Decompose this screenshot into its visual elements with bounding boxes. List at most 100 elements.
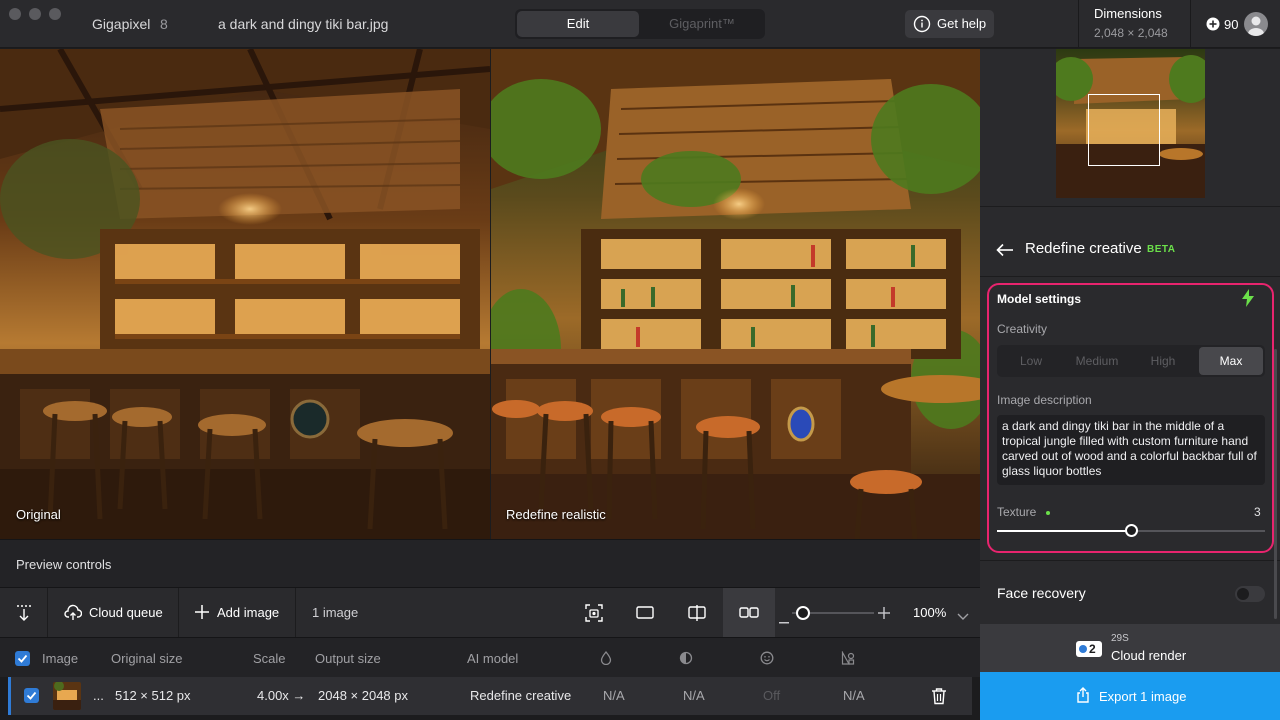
image-count: 1 image — [312, 605, 359, 620]
avatar[interactable] — [1244, 12, 1268, 36]
add-image-button[interactable]: Add image — [217, 605, 279, 620]
screenshot-view-button[interactable] — [568, 588, 620, 638]
shapes-icon — [841, 650, 855, 668]
get-help-label: Get help — [937, 16, 987, 31]
table-header: Image Original size Scale Output size AI… — [0, 637, 980, 677]
tab-gigaprint[interactable]: Gigaprint™ — [641, 11, 763, 37]
creativity-low[interactable]: Low — [999, 347, 1063, 375]
row-output-size: 2048 × 2048 px — [318, 688, 408, 703]
back-arrow-icon[interactable] — [996, 243, 1014, 260]
redefined-label: Redefine realistic — [506, 507, 606, 522]
divider — [980, 560, 1280, 561]
texture-slider-handle[interactable] — [1125, 524, 1138, 537]
divider — [980, 276, 1280, 277]
column-header-ai-model: AI model — [467, 651, 519, 666]
face-recovery-label: Face recovery — [997, 585, 1086, 601]
divider — [178, 588, 179, 638]
redefined-image-panel[interactable]: Redefine realistic — [491, 49, 980, 539]
beta-badge: BETA — [1147, 244, 1176, 255]
zoom-in-icon[interactable] — [878, 607, 890, 622]
export-label: Export 1 image — [1099, 689, 1187, 704]
cloud-render-time: 29S — [1111, 633, 1129, 644]
single-view-icon — [636, 606, 654, 619]
export-icon — [1076, 687, 1090, 706]
export-button[interactable]: Export 1 image — [980, 672, 1280, 720]
creativity-label: Creativity — [997, 322, 1048, 336]
crop-focus-icon — [585, 604, 603, 622]
info-icon — [913, 15, 931, 36]
face-recovery-toggle[interactable] — [1235, 586, 1265, 602]
get-help-button[interactable]: Get help — [905, 10, 994, 38]
column-header-image: Image — [42, 651, 79, 666]
minimize-window-button[interactable] — [29, 8, 41, 20]
select-all-checkbox[interactable] — [15, 651, 30, 666]
app-version: 8 — [160, 16, 168, 32]
tab-edit[interactable]: Edit — [517, 11, 639, 37]
maximize-window-button[interactable] — [49, 8, 61, 20]
cloud-render-label: Cloud render — [1111, 648, 1187, 663]
zoom-out-icon[interactable] — [779, 612, 789, 627]
split-view-button[interactable] — [671, 588, 723, 638]
creativity-high[interactable]: High — [1131, 347, 1195, 375]
creativity-max[interactable]: Max — [1199, 347, 1263, 375]
creativity-medium[interactable]: Medium — [1065, 347, 1129, 375]
creativity-selector: Low Medium High Max — [997, 345, 1265, 377]
row-shapes: N/A — [843, 688, 865, 703]
texture-slider-fill — [997, 530, 1131, 532]
face-icon — [760, 651, 774, 668]
title-bar: Gigapixel 8 a dark and dingy tiki bar.jp… — [0, 0, 1280, 48]
texture-label: Texture — [997, 505, 1037, 519]
navigator-thumbnail[interactable] — [1056, 49, 1205, 198]
dimensions-value: 2,048 × 2,048 — [1094, 26, 1168, 40]
row-ellipsis: ... — [93, 688, 104, 703]
original-image-panel[interactable]: Original — [0, 49, 490, 539]
redefined-image — [491, 49, 980, 539]
bottom-toolbar: Cloud queue Add image 1 image 100% — [0, 587, 980, 638]
image-description-field[interactable]: a dark and dingy tiki bar in the middle … — [997, 415, 1265, 485]
divider — [980, 206, 1280, 207]
panel-header: Redefine creative BETA — [980, 228, 1280, 276]
row-contrast: N/A — [683, 688, 705, 703]
column-header-scale: Scale — [253, 651, 286, 666]
zoom-slider-handle[interactable] — [795, 606, 810, 620]
plus-icon — [194, 604, 210, 623]
preview-controls-label: Preview controls — [16, 557, 112, 572]
single-view-button[interactable] — [619, 588, 671, 638]
divider — [295, 588, 296, 638]
dimensions-title: Dimensions — [1094, 6, 1162, 21]
side-by-side-view-button[interactable] — [723, 588, 775, 638]
image-description-label: Image description — [997, 393, 1092, 407]
row-scale: 4.00x → — [257, 688, 306, 703]
original-label: Original — [16, 507, 61, 522]
download-icon[interactable] — [15, 604, 33, 625]
row-denoise: N/A — [603, 688, 625, 703]
panel-title: Redefine creative — [1025, 240, 1142, 257]
file-name: a dark and dingy tiki bar.jpg — [218, 16, 389, 32]
chevron-down-icon[interactable] — [957, 609, 969, 624]
right-sidebar: Redefine creative BETA Model settings Cr… — [980, 49, 1280, 720]
droplet-icon — [599, 650, 613, 668]
sidebar-scrollbar[interactable] — [1274, 349, 1277, 619]
original-image — [0, 49, 490, 539]
cloud-icon — [64, 604, 83, 625]
row-ai-model: Redefine creative — [470, 688, 572, 703]
trash-icon[interactable] — [931, 687, 947, 708]
model-settings-title: Model settings — [997, 292, 1082, 306]
divider — [1078, 0, 1079, 48]
column-header-output-size: Output size — [315, 651, 381, 666]
close-window-button[interactable] — [9, 8, 21, 20]
cloud-render-button[interactable]: 2 29S Cloud render — [980, 624, 1280, 672]
preview-controls-bar[interactable]: Preview controls — [0, 539, 980, 587]
mode-switch: Edit Gigaprint™ — [515, 9, 765, 39]
cloud-queue-button[interactable]: Cloud queue — [89, 605, 163, 620]
row-face-recovery: Off — [763, 688, 781, 703]
credits-count: 90 — [1224, 17, 1239, 32]
credit-coin-icon — [1079, 645, 1087, 653]
side-by-side-icon — [739, 607, 759, 618]
row-checkbox[interactable] — [24, 688, 39, 703]
split-view-icon — [688, 605, 706, 621]
app-name: Gigapixel — [92, 16, 151, 32]
texture-value: 3 — [1254, 505, 1261, 519]
navigator-viewport-box[interactable] — [1088, 94, 1160, 166]
table-row[interactable]: ... 512 × 512 px 4.00x → 2048 × 2048 px … — [8, 677, 972, 715]
